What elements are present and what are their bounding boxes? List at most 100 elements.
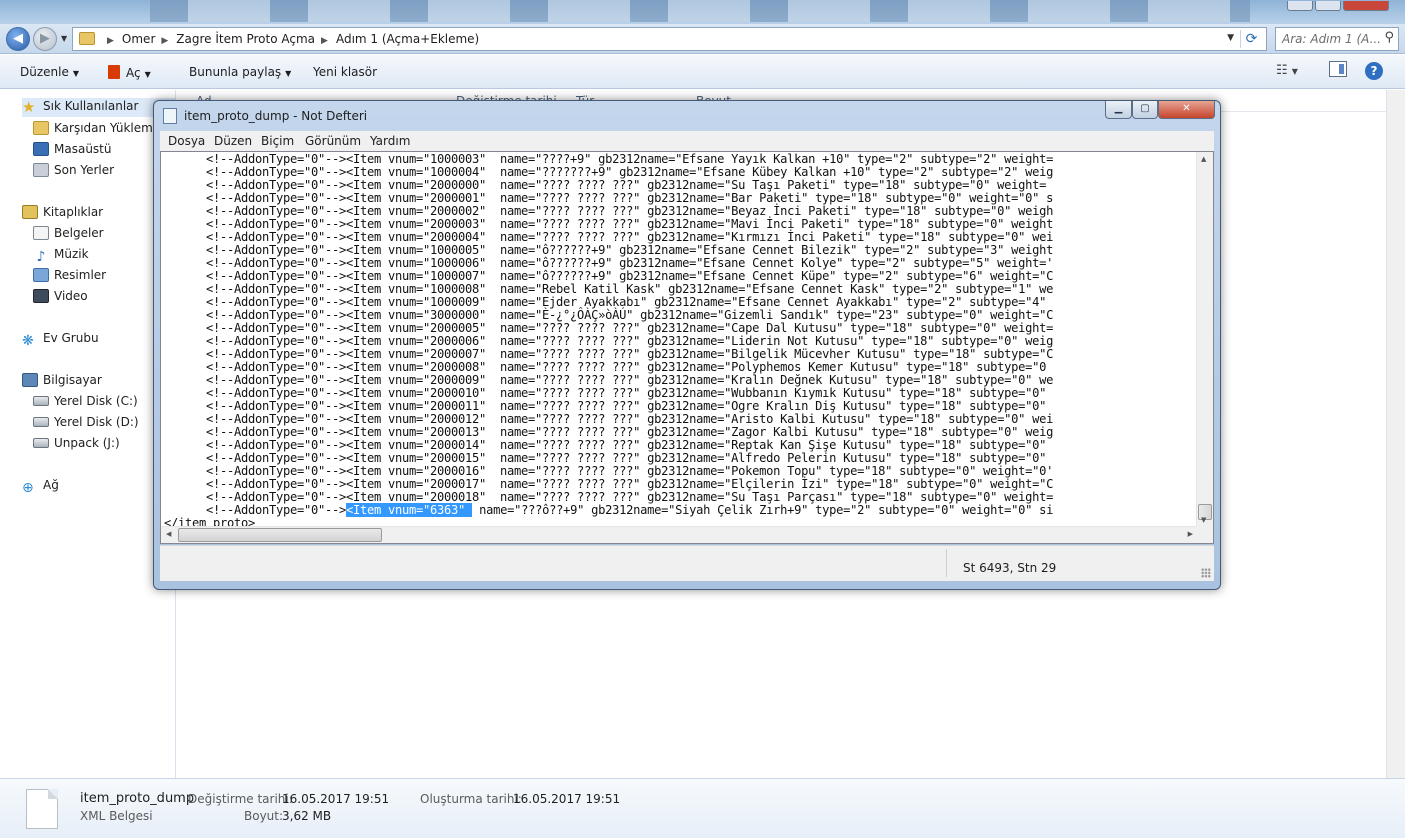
document-text[interactable]: <!--AddonType="0"--><Item vnum="1000003"… [164, 153, 1053, 530]
downloads-folder-icon [33, 121, 49, 135]
nav-homegroup-label: Ev Grubu [43, 331, 99, 345]
details-created-value: 16.05.2017 19:51 [513, 792, 621, 806]
details-size-value: 3,62 MB [282, 809, 332, 823]
nav-item-label: Müzik [54, 247, 89, 261]
notepad-text-area[interactable]: <!--AddonType="0"--><Item vnum="1000003"… [160, 151, 1214, 544]
notepad-icon[interactable] [163, 108, 177, 124]
computer-icon [22, 373, 38, 387]
menu-help[interactable]: Yardım [370, 134, 410, 148]
nav-item-label: Yerel Disk (C:) [54, 394, 138, 408]
nav-item-documents[interactable]: Belgeler [33, 226, 104, 240]
address-dropdown-icon[interactable]: ▼ [1227, 33, 1234, 43]
nav-item-music[interactable]: ♪ Müzik [33, 247, 89, 264]
scroll-down-icon[interactable]: ▼ [1201, 516, 1206, 524]
menu-view[interactable]: Görünüm [305, 134, 361, 148]
video-icon [33, 289, 49, 303]
nav-item-drive-c[interactable]: Yerel Disk (C:) [33, 394, 138, 408]
documents-icon [33, 226, 49, 240]
scroll-left-icon[interactable]: ◀ [166, 530, 171, 538]
search-input[interactable]: Ara: Adım 1 (A... ⚲ [1275, 27, 1399, 51]
network-icon: ⊕ [22, 480, 34, 496]
maximize-button[interactable]: ▢ [1132, 101, 1158, 119]
folder-icon [79, 32, 95, 45]
scrollbar-corner [1196, 526, 1213, 543]
text-selection[interactable]: <Item vnum="6363" [346, 503, 473, 517]
drive-icon [33, 438, 49, 448]
refresh-icon[interactable]: ⟳ [1240, 30, 1262, 48]
music-icon: ♪ [36, 249, 46, 265]
horizontal-scroll-thumb[interactable] [178, 528, 382, 542]
breadcrumb-item-zagre[interactable]: Zagre İtem Proto Açma [176, 32, 315, 46]
nav-network[interactable]: ⊕ Ağ [22, 478, 59, 495]
notepad-menu-bar: Dosya Düzen Biçim Görünüm Yardım [160, 131, 1214, 151]
menu-edit[interactable]: Düzen [214, 134, 252, 148]
explorer-vertical-scrollbar[interactable] [1386, 90, 1405, 778]
open-button[interactable]: Aç ▼ [108, 65, 151, 80]
address-bar-row: ◀ ▶ ▼ ▶ Omer ▶ Zagre İtem Proto Açma ▶ Adım 1… [0, 24, 1405, 54]
notepad-horizontal-scrollbar[interactable]: ◀ ▶ [161, 526, 1197, 543]
libraries-icon [22, 205, 38, 219]
change-view-icon[interactable]: ☷ ▼ [1276, 63, 1298, 78]
explorer-window-buttons [1285, 0, 1395, 11]
nav-item-label: Resimler [54, 268, 107, 282]
nav-item-label: Video [54, 289, 88, 303]
nav-item-drive-j[interactable]: Unpack (J:) [33, 436, 120, 450]
details-file-name: item_proto_dump [80, 791, 195, 806]
nav-item-drive-d[interactable]: Yerel Disk (D:) [33, 415, 139, 429]
open-label: Aç [126, 66, 141, 80]
details-size-label: Boyut: [244, 809, 284, 823]
help-icon[interactable]: ? [1365, 62, 1383, 80]
share-label: Bununla paylaş [189, 65, 282, 79]
last-line-prefix: <!--AddonType="0"--> [164, 503, 347, 517]
nav-libraries[interactable]: Kitaplıklar [22, 205, 103, 219]
nav-item-videos[interactable]: Video [33, 289, 88, 303]
nav-homegroup[interactable]: ❋ Ev Grubu [22, 331, 99, 348]
breadcrumb-separator-icon[interactable]: ▶ [101, 36, 122, 46]
share-with-button[interactable]: Bununla paylaş ▼ [189, 65, 291, 79]
breadcrumb-separator-icon[interactable]: ▶ [155, 36, 176, 46]
forward-button[interactable]: ▶ [33, 27, 57, 51]
nav-item-pictures[interactable]: Resimler [33, 268, 106, 282]
minimize-button[interactable]: ▁ [1105, 101, 1132, 119]
notepad-vertical-scrollbar[interactable]: ▲ ▼ [1196, 152, 1213, 526]
nav-item-label: Masaüstü [54, 142, 112, 156]
nav-computer-label: Bilgisayar [43, 373, 102, 387]
breadcrumb-item-adim1[interactable]: Adım 1 (Açma+Ekleme) [336, 32, 479, 46]
breadcrumb: ▶ Omer ▶ Zagre İtem Proto Açma ▶ Adım 1 (Açma… [101, 32, 479, 46]
search-icon[interactable]: ⚲ [1384, 30, 1394, 45]
organize-button[interactable]: Düzenle ▼ [20, 65, 79, 79]
nav-item-recent-places[interactable]: Son Yerler [33, 163, 114, 177]
nav-item-label: Belgeler [54, 226, 104, 240]
chevron-down-icon: ▼ [72, 69, 80, 78]
cursor-position: St 6493, Stn 29 [963, 561, 1057, 575]
nav-computer[interactable]: Bilgisayar [22, 373, 102, 387]
scroll-up-icon[interactable]: ▲ [1201, 155, 1206, 163]
explorer-maximize-button[interactable] [1315, 1, 1341, 11]
taskbar-thumbnails [150, 0, 1250, 22]
close-button[interactable]: ✕ [1158, 101, 1215, 119]
details-modified-label: Değiştirme tarihi: [188, 792, 293, 806]
breadcrumb-separator-icon[interactable]: ▶ [315, 36, 336, 46]
back-button[interactable]: ◀ [6, 27, 30, 51]
recent-places-icon [33, 163, 49, 177]
menu-format[interactable]: Biçim [261, 134, 294, 148]
details-created-label: Oluşturma tarihi: [420, 792, 522, 806]
nav-item-desktop[interactable]: Masaüstü [33, 142, 111, 156]
breadcrumb-item-omer[interactable]: Omer [122, 32, 155, 46]
xml-file-icon [26, 789, 58, 829]
drive-icon [33, 396, 49, 406]
scroll-right-icon[interactable]: ▶ [1188, 530, 1193, 538]
recent-pages-dropdown-icon[interactable]: ▼ [61, 34, 67, 43]
resize-grip-icon[interactable] [1201, 568, 1211, 578]
explorer-title-strip [0, 0, 1405, 24]
star-icon: ★ [22, 98, 36, 116]
preview-pane-icon[interactable] [1329, 61, 1347, 77]
chevron-down-icon: ▼ [285, 69, 292, 78]
new-folder-button[interactable]: Yeni klasör [313, 65, 377, 79]
address-box[interactable]: ▶ Omer ▶ Zagre İtem Proto Açma ▶ Adım 1 (Açma… [72, 27, 1267, 51]
organize-label: Düzenle [20, 65, 69, 79]
explorer-close-button[interactable] [1343, 1, 1389, 11]
explorer-minimize-button[interactable] [1287, 1, 1313, 11]
menu-file[interactable]: Dosya [168, 134, 205, 148]
details-modified-value: 16.05.2017 19:51 [282, 792, 390, 806]
